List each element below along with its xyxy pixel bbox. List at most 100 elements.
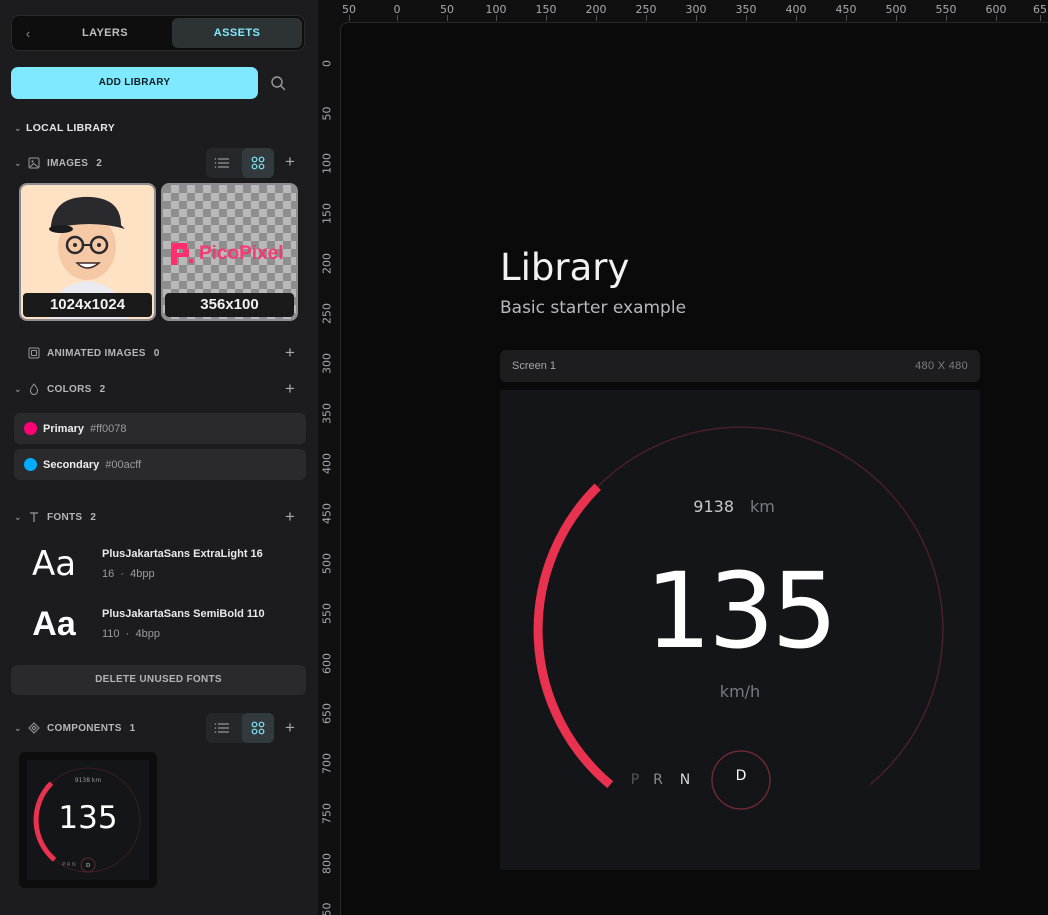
screen-header[interactable]: Screen 1 480 X 480 (500, 350, 980, 382)
ruler-left-label: 550 (320, 603, 334, 624)
color-item-primary[interactable]: Primary #ff0078 (14, 413, 306, 444)
component-diamond-icon (28, 722, 42, 734)
thumb-odometer: 9138 km (75, 777, 102, 784)
panel-tabs: ‹ LAYERS ASSETS (11, 15, 305, 51)
ruler-top-tick (546, 15, 547, 21)
ruler-top-tick (796, 15, 797, 21)
add-library-button[interactable]: ADD LIBRARY (11, 67, 258, 99)
delete-unused-fonts-button[interactable]: DELETE UNUSED FONTS (11, 665, 306, 695)
back-chevron-icon[interactable]: ‹ (18, 24, 38, 44)
gear-n: N (680, 772, 690, 788)
ruler-left-label: 100 (320, 153, 334, 174)
ruler-vertical: 0 50 100 150 200 250 300 350 400 450 500 550 600 650 7… (318, 22, 340, 915)
animated-image-icon (28, 347, 42, 359)
color-swatch (24, 458, 37, 471)
image-thumb-logo[interactable]: PicoPixel 356x100 (161, 183, 298, 321)
local-library-title: LOCAL LIBRARY (26, 122, 116, 134)
image-icon (28, 157, 42, 169)
font-sample: Aa (31, 544, 77, 584)
speed-unit: km/h (720, 682, 760, 701)
font-name: PlusJakartaSans SemiBold 110 (102, 608, 265, 620)
chevron-down-icon: ⌄ (14, 722, 22, 733)
screen-name: Screen 1 (512, 360, 557, 372)
speed-value: 135 (645, 550, 835, 672)
animated-images-header[interactable]: ANIMATED IMAGES 0 (14, 344, 160, 362)
tab-layers[interactable]: LAYERS (42, 18, 168, 48)
images-view-toggle (206, 148, 274, 178)
color-hex: #ff0078 (89, 422, 127, 435)
tab-assets[interactable]: ASSETS (172, 18, 302, 48)
color-name: Secondary (43, 458, 100, 471)
color-item-secondary[interactable]: Secondary #00acff (14, 449, 306, 480)
thumb-gear-active: D (86, 863, 90, 869)
ruler-left-label: 200 (320, 253, 334, 274)
assets-sidebar: ‹ LAYERS ASSETS ADD LIBRARY ⌄ LOCAL LIBR… (0, 0, 318, 915)
odometer-unit: km (750, 497, 775, 516)
ruler-left-label: 0 (320, 60, 334, 67)
components-view-toggle (206, 713, 274, 743)
ruler-left-label: 300 (320, 353, 334, 374)
components-label: COMPONENTS (47, 722, 122, 734)
color-name: Primary (43, 422, 84, 435)
ruler-top-tick (397, 15, 398, 21)
search-icon[interactable] (269, 74, 287, 92)
ruler-left-label: 650 (320, 703, 334, 724)
images-count: 2 (96, 157, 103, 169)
grid-view-icon[interactable] (242, 148, 274, 178)
components-header[interactable]: ⌄ COMPONENTS 1 (14, 719, 136, 737)
add-image-icon[interactable]: + (282, 153, 298, 170)
component-thumb-speedometer[interactable]: 135 9138 km P R N D (19, 752, 157, 888)
colors-header[interactable]: ⌄ COLORS 2 (14, 380, 105, 398)
ruler-top-tick (646, 15, 647, 21)
gear-r: R (653, 772, 663, 788)
color-swatch (24, 422, 37, 435)
image-size-label: 356x100 (165, 293, 294, 317)
animated-images-label: ANIMATED IMAGES (47, 347, 146, 359)
font-meta: 16 · 4bpp (102, 568, 155, 580)
image-thumb-avatar[interactable]: 1024x1024 (19, 183, 156, 321)
add-component-icon[interactable]: + (282, 719, 298, 736)
screen-dimensions: 480 X 480 (915, 360, 968, 372)
components-count: 1 (129, 722, 136, 734)
list-view-icon[interactable] (206, 713, 238, 743)
droplet-icon (28, 383, 42, 395)
ruler-top-tick (946, 15, 947, 21)
ruler-left-label: 50 (320, 106, 334, 121)
fonts-header[interactable]: ⌄ FONTS 2 (14, 508, 96, 526)
local-library-header[interactable]: ⌄ LOCAL LIBRARY (14, 119, 115, 137)
thumb-gears: P R N (62, 862, 76, 868)
add-font-icon[interactable]: + (282, 508, 298, 525)
ruler-left-label: 350 (320, 403, 334, 424)
ruler-top-tick (1040, 15, 1041, 21)
odometer-value: 9138 (693, 497, 734, 516)
list-view-icon[interactable] (206, 148, 238, 178)
ruler-top-tick (846, 15, 847, 21)
grid-view-icon[interactable] (242, 713, 274, 743)
picopixel-logo: PicoPixel (169, 241, 284, 267)
ruler-left-label: 250 (320, 303, 334, 324)
ruler-left-label: 600 (320, 653, 334, 674)
ruler-left-label: 50 (320, 902, 334, 915)
animated-images-count: 0 (153, 347, 160, 359)
ruler-horizontal: 50 0 50 100 150 200 250 300 350 400 450 500 550 600 65 (318, 0, 1048, 22)
add-animated-image-icon[interactable]: + (282, 344, 298, 361)
font-sample: Aa (32, 605, 76, 643)
images-header[interactable]: ⌄ IMAGES 2 (14, 154, 102, 172)
ruler-top-tick (746, 15, 747, 21)
text-t-icon (28, 511, 42, 523)
ruler-left-label: 400 (320, 453, 334, 474)
chevron-down-icon: ⌄ (14, 122, 22, 133)
library-title: Library (500, 246, 630, 289)
colors-label: COLORS (47, 383, 92, 395)
add-color-icon[interactable]: + (282, 380, 298, 397)
screen-frame[interactable]: 9138 km 135 km/h P R N D (500, 390, 980, 870)
ruler-top-tick (596, 15, 597, 21)
gear-d-active: D (736, 768, 747, 784)
gear-p: P (631, 772, 639, 788)
ruler-left-label: 450 (320, 503, 334, 524)
ruler-top-tick (496, 15, 497, 21)
ruler-left-label: 500 (320, 553, 334, 574)
ruler-left-label: 150 (320, 203, 334, 224)
ruler-top-tick (996, 15, 997, 21)
font-meta: 110 · 4bpp (102, 628, 160, 640)
